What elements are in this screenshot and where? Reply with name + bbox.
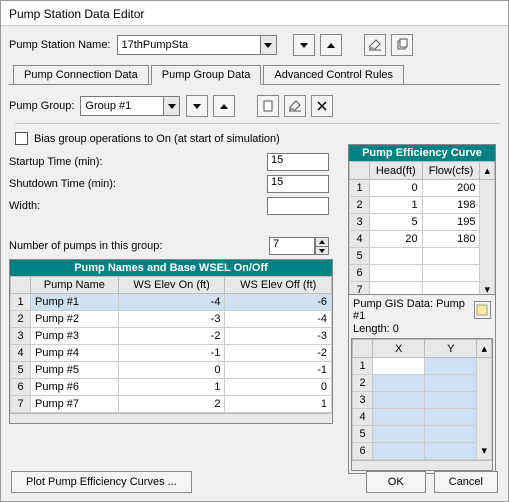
table-row: 4	[353, 409, 373, 426]
table-row: 6	[353, 443, 373, 460]
station-name-select[interactable]: 17thPumpSta	[117, 35, 277, 55]
station-name-label: Pump Station Name:	[9, 39, 111, 51]
eff-scroll-up[interactable]: ▴	[480, 162, 495, 180]
gis-title: Pump GIS Data: Pump #1	[353, 298, 474, 322]
gis-hscrollbar[interactable]	[352, 460, 492, 470]
window-title: Pump Station Data Editor	[1, 1, 508, 26]
numpumps-label: Number of pumps in this group:	[9, 240, 162, 252]
rename-group-icon[interactable]	[284, 95, 306, 117]
pumps-table[interactable]: Pump Names and Base WSEL On/Off Pump Nam…	[9, 259, 333, 424]
gis-col-x: X	[373, 340, 425, 358]
numpumps-value[interactable]: 7	[269, 237, 315, 255]
numpumps-spinner[interactable]: 7	[269, 237, 329, 255]
efficiency-title: Pump Efficiency Curve	[349, 145, 495, 161]
tab-rules[interactable]: Advanced Control Rules	[263, 65, 404, 85]
startup-label: Startup Time (min):	[9, 156, 103, 168]
gis-table-icon[interactable]	[474, 301, 491, 319]
gis-col-y: Y	[425, 340, 477, 358]
ok-button[interactable]: OK	[366, 471, 426, 493]
gis-scroll-down[interactable]: ▾	[477, 358, 492, 460]
numpumps-down[interactable]	[315, 246, 329, 255]
tab-connection[interactable]: Pump Connection Data	[13, 65, 149, 85]
gis-scroll-up[interactable]: ▴	[477, 340, 492, 358]
shutdown-label: Shutdown Time (min):	[9, 178, 116, 190]
move-down-button[interactable]	[293, 34, 315, 56]
rename-icon[interactable]	[364, 34, 386, 56]
pump-group-dropdown-button[interactable]	[163, 97, 179, 115]
width-input[interactable]	[267, 197, 329, 215]
bias-checkbox[interactable]	[15, 132, 28, 145]
eff-col-head: Head(ft)	[370, 162, 423, 180]
pumps-table-title: Pump Names and Base WSEL On/Off	[10, 260, 332, 276]
tab-bar: Pump Connection Data Pump Group Data Adv…	[9, 64, 500, 85]
move-up-button[interactable]	[320, 34, 342, 56]
shutdown-input[interactable]: 15	[267, 175, 329, 193]
pump-group-label: Pump Group:	[9, 100, 74, 112]
new-group-icon[interactable]	[257, 95, 279, 117]
table-row: 1	[353, 358, 373, 375]
pumps-hscrollbar[interactable]	[10, 413, 332, 423]
pumps-col-name: Pump Name	[31, 277, 119, 294]
station-name-dropdown-button[interactable]	[260, 36, 276, 54]
group-move-down-button[interactable]	[186, 95, 208, 117]
station-name-value: 17thPumpSta	[122, 39, 189, 51]
eff-scroll-down[interactable]: ▾	[480, 180, 495, 299]
pumps-col-on: WS Elev On (ft)	[118, 277, 225, 294]
gis-panel: Pump GIS Data: Pump #1 Length: 0 X Y ▴ 1…	[348, 294, 496, 474]
bias-label: Bias group operations to On (at start of…	[34, 133, 280, 145]
width-label: Width:	[9, 200, 40, 212]
group-move-up-button[interactable]	[213, 95, 235, 117]
pumps-col-off: WS Elev Off (ft)	[225, 277, 332, 294]
startup-input[interactable]: 15	[267, 153, 329, 171]
numpumps-up[interactable]	[315, 237, 329, 246]
table-row: 3	[353, 392, 373, 409]
gis-length: Length: 0	[351, 323, 493, 338]
cancel-button[interactable]: Cancel	[434, 471, 498, 493]
pump-group-value: Group #1	[85, 100, 131, 112]
efficiency-table[interactable]: Pump Efficiency Curve Head(ft) Flow(cfs)…	[348, 144, 496, 300]
eff-col-flow: Flow(cfs)	[422, 162, 480, 180]
table-row: 2	[353, 375, 373, 392]
plot-curves-button[interactable]: Plot Pump Efficiency Curves ...	[11, 471, 192, 493]
pump-group-select[interactable]: Group #1	[80, 96, 180, 116]
copy-icon[interactable]	[391, 34, 413, 56]
table-row: 5	[353, 426, 373, 443]
delete-group-icon[interactable]	[311, 95, 333, 117]
dialog-window: Pump Station Data Editor Pump Station Na…	[0, 0, 509, 502]
tab-group[interactable]: Pump Group Data	[151, 65, 262, 85]
